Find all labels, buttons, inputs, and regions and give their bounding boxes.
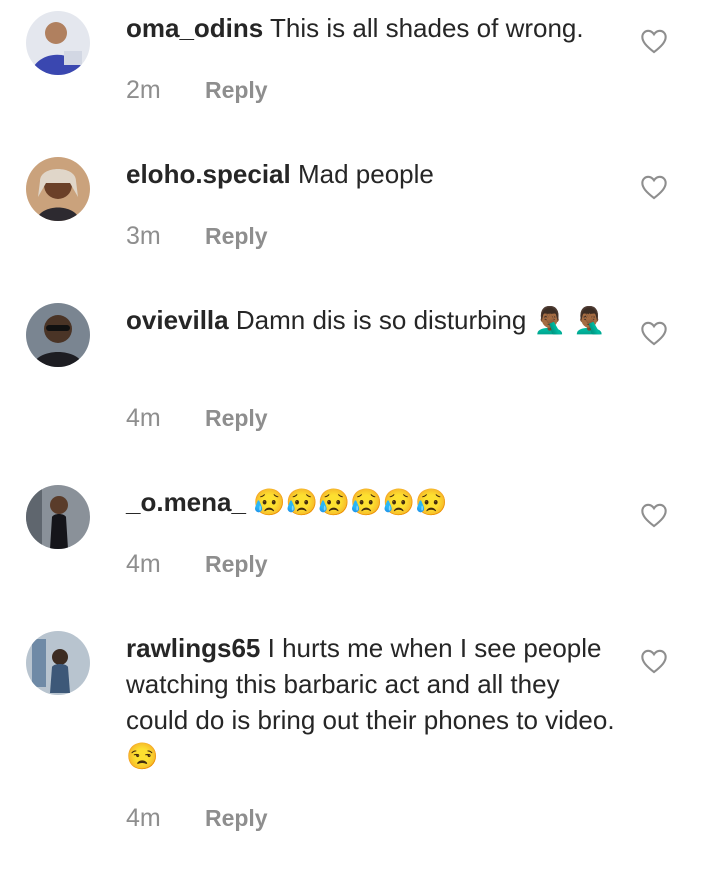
unamused-emoji: 😒	[126, 741, 159, 771]
username[interactable]: _o.mena_	[126, 487, 246, 517]
avatar[interactable]	[26, 11, 90, 75]
facepalm-emoji: 🤦🏾‍♂️ 🤦🏾‍♂️	[533, 305, 606, 335]
comment-body: eloho.special Mad people	[126, 156, 623, 192]
comment-text: Damn dis is so disturbing	[235, 305, 527, 335]
sad-emoji-row: 😥😥😥😥😥😥	[253, 487, 448, 517]
avatar-image	[26, 485, 90, 549]
avatar[interactable]	[26, 631, 90, 695]
username[interactable]: ovievilla	[126, 305, 229, 335]
heart-icon[interactable]	[640, 28, 668, 54]
avatar-image	[26, 157, 90, 221]
comment-text: Mad people	[297, 159, 434, 189]
comment-text: This is all shades of wrong.	[270, 13, 584, 43]
avatar-image	[26, 631, 90, 695]
heart-icon[interactable]	[640, 502, 668, 528]
comment-meta: 2m Reply	[126, 76, 268, 105]
username[interactable]: oma_odins	[126, 13, 263, 43]
avatar-image	[26, 11, 90, 75]
username[interactable]: eloho.special	[126, 159, 291, 189]
heart-icon[interactable]	[640, 174, 668, 200]
comment-body: ovievilla Damn dis is so disturbing 🤦🏾‍♂…	[126, 302, 623, 338]
reply-button[interactable]: Reply	[205, 77, 268, 103]
timestamp: 4m	[126, 550, 161, 578]
timestamp: 4m	[126, 804, 161, 832]
comment-body: rawlings65 I hurts me when I see people …	[126, 630, 623, 774]
comment-body: oma_odins This is all shades of wrong.	[126, 10, 623, 46]
username[interactable]: rawlings65	[126, 633, 260, 663]
comment-meta: 4m Reply	[126, 550, 268, 579]
heart-icon[interactable]	[640, 320, 668, 346]
avatar-image	[26, 303, 90, 367]
reply-button[interactable]: Reply	[205, 805, 268, 831]
reply-button[interactable]: Reply	[205, 405, 268, 431]
comment-meta: 4m Reply	[126, 804, 268, 833]
avatar[interactable]	[26, 485, 90, 549]
comment-meta: 4m Reply	[126, 404, 268, 433]
comment-meta: 3m Reply	[126, 222, 268, 251]
reply-button[interactable]: Reply	[205, 223, 268, 249]
heart-icon[interactable]	[640, 648, 668, 674]
avatar[interactable]	[26, 157, 90, 221]
comment-body: _o.mena_ 😥😥😥😥😥😥	[126, 484, 623, 520]
timestamp: 2m	[126, 76, 161, 104]
timestamp: 4m	[126, 404, 161, 432]
timestamp: 3m	[126, 222, 161, 250]
avatar[interactable]	[26, 303, 90, 367]
reply-button[interactable]: Reply	[205, 551, 268, 577]
